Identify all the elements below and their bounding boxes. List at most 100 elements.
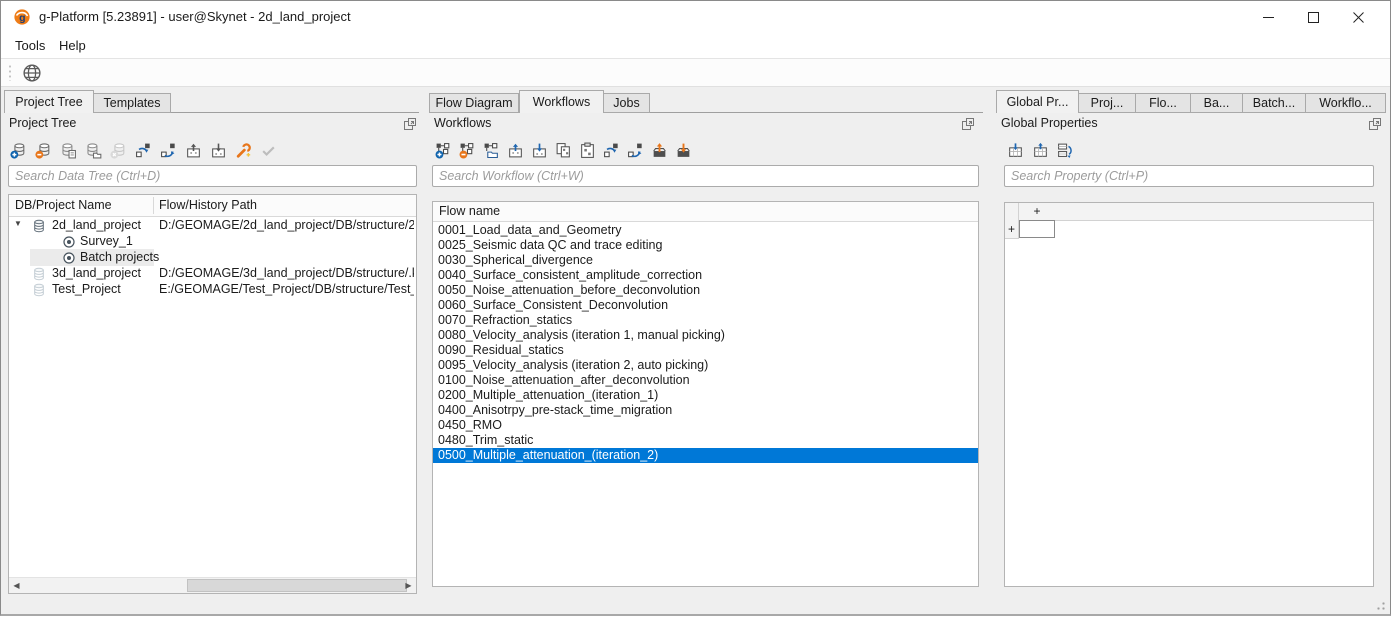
radio-dot-icon — [62, 235, 76, 249]
workflow-list-item[interactable]: 0060_Surface_Consistent_Deconvolution — [433, 298, 978, 313]
workflow-list-item[interactable]: 0070_Refraction_statics — [433, 313, 978, 328]
refresh-properties-icon[interactable] — [1057, 142, 1074, 159]
grid-row-header-add[interactable]: + — [1005, 220, 1019, 239]
minimize-button[interactable] — [1253, 3, 1283, 31]
copy-database-icon[interactable] — [60, 142, 77, 159]
workflow-list-item[interactable]: 0090_Residual_statics — [433, 343, 978, 358]
workflow-list-item[interactable]: 0025_Seismic data QC and trace editing — [433, 238, 978, 253]
horizontal-scrollbar[interactable]: ◀ ▶ — [9, 577, 416, 593]
tree-item-label: 2d_land_project — [52, 218, 141, 232]
maximize-button[interactable] — [1298, 3, 1328, 31]
column-header-db-project-name[interactable]: DB/Project Name — [15, 198, 112, 212]
validate-icon[interactable] — [260, 142, 277, 159]
workflow-list-item[interactable]: 0480_Trim_static — [433, 433, 978, 448]
tab-project-tree[interactable]: Project Tree — [4, 90, 94, 113]
repair-database-icon[interactable] — [235, 142, 252, 159]
workflow-list-item[interactable]: 0450_RMO — [433, 418, 978, 433]
scrollbar-thumb[interactable] — [187, 579, 407, 592]
column-header-flow-history-path[interactable]: Flow/History Path — [159, 198, 257, 212]
export-properties-icon[interactable] — [1032, 142, 1049, 159]
database-dim-icon — [32, 267, 46, 281]
table-row-selected[interactable]: Batch projects — [9, 250, 416, 266]
export-workflow-icon[interactable] — [507, 142, 524, 159]
reload-workflows-icon[interactable] — [627, 142, 644, 159]
float-panel-icon[interactable] — [1367, 116, 1383, 132]
workflow-list-item[interactable]: 0080_Velocity_analysis (iteration 1, man… — [433, 328, 978, 343]
add-database-icon[interactable] — [10, 142, 27, 159]
tab-flow-diagram[interactable]: Flow Diagram — [429, 93, 519, 113]
export-database-icon[interactable] — [185, 142, 202, 159]
panel-title: Project Tree — [9, 116, 76, 130]
workflow-list-item-selected[interactable]: 0500_Multiple_attenuation_(iteration_2) — [433, 448, 978, 463]
menu-help[interactable]: Help — [55, 38, 90, 53]
toolbar-grip-handle[interactable] — [8, 64, 13, 81]
table-row[interactable]: Survey_1 — [9, 234, 416, 250]
close-database-icon[interactable] — [110, 142, 127, 159]
workflow-list-item[interactable]: 0040_Surface_consistent_amplitude_correc… — [433, 268, 978, 283]
tab-workflows[interactable]: Workflows — [519, 90, 604, 113]
workflow-list-item[interactable]: 0050_Noise_attenuation_before_deconvolut… — [433, 283, 978, 298]
add-workflow-icon[interactable] — [435, 142, 452, 159]
resize-grip[interactable] — [1373, 598, 1386, 611]
panel-splitter[interactable] — [419, 90, 428, 593]
float-panel-icon[interactable] — [960, 116, 976, 132]
search-workflow-input[interactable] — [432, 165, 979, 187]
refresh-workflows-icon[interactable] — [603, 142, 620, 159]
refresh-tree-icon[interactable] — [135, 142, 152, 159]
tab-batch-2[interactable]: Batch... — [1243, 93, 1306, 113]
tree-item-path: D:/GEOMAGE/3d_land_project/DB/structure/… — [159, 266, 414, 280]
statusbar — [1, 594, 1390, 614]
workflow-list-item[interactable]: 0400_Anisotrpy_pre-stack_time_migration — [433, 403, 978, 418]
reload-tree-icon[interactable] — [160, 142, 177, 159]
close-button[interactable] — [1343, 3, 1373, 31]
open-database-icon[interactable] — [85, 142, 102, 159]
import-workflow-icon[interactable] — [531, 142, 548, 159]
remove-workflow-icon[interactable] — [459, 142, 476, 159]
list-items: 0001_Load_data_and_Geometry 0025_Seismic… — [433, 223, 978, 463]
remove-database-icon[interactable] — [35, 142, 52, 159]
column-divider[interactable] — [153, 197, 154, 214]
main-toolbar — [1, 59, 1390, 87]
scroll-right-icon[interactable]: ▶ — [401, 578, 416, 593]
tab-batch[interactable]: Ba... — [1191, 93, 1243, 113]
workflow-list-item[interactable]: 0095_Velocity_analysis (iteration 2, aut… — [433, 358, 978, 373]
copy-workflow-icon[interactable] — [555, 142, 572, 159]
center-tabstrip: Flow Diagram Workflows Jobs — [429, 90, 983, 113]
tab-global-properties[interactable]: Global Pr... — [996, 90, 1079, 113]
grid-column-header-add[interactable]: + — [1019, 204, 1055, 218]
import-database-icon[interactable] — [210, 142, 227, 159]
menu-tools[interactable]: Tools — [11, 38, 49, 53]
workflow-list-item[interactable]: 0100_Noise_attenuation_after_deconvoluti… — [433, 373, 978, 388]
workflow-list-item[interactable]: 0001_Load_data_and_Geometry — [433, 223, 978, 238]
archive-export-icon[interactable] — [651, 142, 668, 159]
grid-edit-cell[interactable] — [1019, 220, 1055, 238]
archive-import-icon[interactable] — [675, 142, 692, 159]
globe-icon[interactable] — [22, 63, 42, 83]
tab-templates[interactable]: Templates — [94, 93, 171, 113]
tree-item-label: Test_Project — [52, 282, 121, 296]
panel-splitter[interactable] — [987, 90, 996, 593]
search-property-input[interactable] — [1004, 165, 1374, 187]
tab-workflow-props[interactable]: Workflo... — [1306, 93, 1386, 113]
tab-label: Global Pr... — [1007, 95, 1069, 109]
import-properties-icon[interactable] — [1007, 142, 1024, 159]
paste-workflow-icon[interactable] — [579, 142, 596, 159]
float-panel-icon[interactable] — [402, 116, 418, 132]
workflow-list-item[interactable]: 0030_Spherical_divergence — [433, 253, 978, 268]
tab-jobs[interactable]: Jobs — [604, 93, 650, 113]
table-row[interactable]: Test_Project E:/GEOMAGE/Test_Project/DB/… — [9, 282, 416, 298]
workflow-list-item[interactable]: 0200_Multiple_attenuation_(iteration_1) — [433, 388, 978, 403]
panel-title: Global Properties — [1001, 116, 1098, 130]
column-header-flow-name[interactable]: Flow name — [439, 204, 500, 218]
tree-expander-icon[interactable]: ▼ — [14, 219, 22, 228]
scroll-left-icon[interactable]: ◀ — [9, 578, 24, 593]
grid-corner-cell[interactable] — [1005, 203, 1019, 220]
search-data-tree-input[interactable] — [8, 165, 417, 187]
table-row[interactable]: 3d_land_project D:/GEOMAGE/3d_land_proje… — [9, 266, 416, 282]
tab-flow[interactable]: Flo... — [1136, 93, 1191, 113]
table-row[interactable]: ▼ 2d_land_project D:/GEOMAGE/2d_land_pro… — [9, 218, 416, 234]
tab-project[interactable]: Proj... — [1079, 93, 1136, 113]
window-title: g-Platform [5.23891] - user@Skynet - 2d_… — [39, 9, 351, 24]
grid-header: + — [1005, 203, 1373, 221]
open-workflow-icon[interactable] — [483, 142, 500, 159]
